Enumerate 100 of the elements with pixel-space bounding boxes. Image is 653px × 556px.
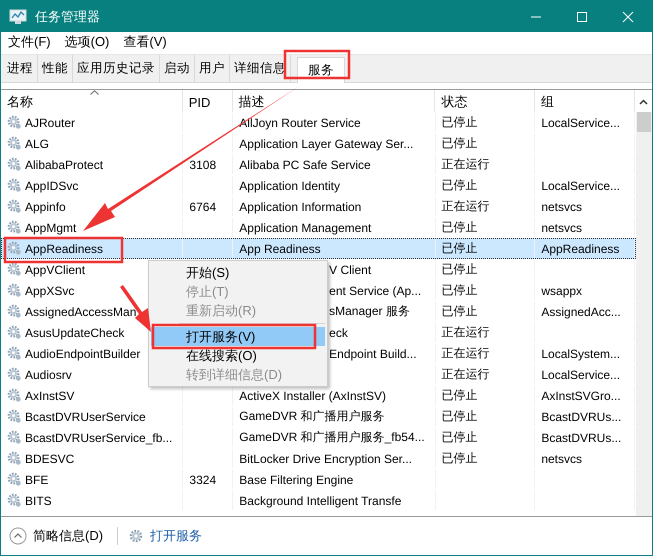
collapse-icon[interactable] bbox=[9, 527, 27, 545]
service-status: 已停止 bbox=[442, 408, 478, 425]
service-status: 正在运行 bbox=[442, 366, 490, 383]
service-name: BDESVC bbox=[25, 452, 74, 466]
service-group: AxInstSVGro... bbox=[541, 388, 621, 402]
service-name: BITS bbox=[25, 494, 52, 508]
gear-icon bbox=[7, 241, 22, 256]
gear-icon bbox=[7, 136, 22, 151]
service-description: App Readiness bbox=[239, 242, 321, 256]
service-description: Background Intelligent Transfe bbox=[239, 494, 402, 508]
close-icon[interactable] bbox=[622, 10, 634, 22]
service-description: Application Identity bbox=[239, 178, 340, 192]
service-name: AudioEndpointBuilder bbox=[25, 346, 140, 360]
gear-icon bbox=[7, 199, 22, 214]
pid: 3108 bbox=[189, 158, 216, 172]
gear-icon bbox=[7, 430, 22, 445]
column-header[interactable]: 状态 bbox=[435, 90, 536, 112]
service-name: Appinfo bbox=[25, 200, 66, 214]
service-description: Application Management bbox=[239, 220, 372, 234]
service-status: 已停止 bbox=[442, 303, 478, 320]
gear-icon bbox=[7, 388, 22, 403]
service-status: 已停止 bbox=[442, 261, 478, 278]
service-description: ent Service (Ap... bbox=[329, 284, 422, 298]
service-description: ActiveX Installer (AxInstSV) bbox=[239, 388, 386, 402]
gear-icon bbox=[7, 367, 22, 382]
service-description: Alibaba PC Safe Service bbox=[239, 158, 371, 172]
service-group: BcastDVRUs... bbox=[541, 410, 622, 424]
service-description: eck bbox=[329, 326, 348, 340]
scroll-up-icon[interactable] bbox=[639, 99, 648, 105]
service-description: BitLocker Drive Encryption Ser... bbox=[239, 452, 412, 466]
scrollbar[interactable] bbox=[636, 112, 652, 516]
service-description: Base Filtering Engine bbox=[239, 472, 354, 486]
service-name: AssignedAccessMan bbox=[25, 304, 136, 318]
service-status: 已停止 bbox=[442, 450, 478, 467]
open-services-link[interactable]: 打开服务 bbox=[150, 527, 202, 545]
service-status: 已停止 bbox=[442, 240, 478, 257]
gear-icon bbox=[128, 528, 144, 544]
service-group: LocalSystem... bbox=[541, 346, 620, 360]
maximize-icon[interactable] bbox=[576, 10, 588, 22]
service-status: 正在运行 bbox=[442, 198, 490, 215]
service-name: AppIDSvc bbox=[25, 178, 78, 192]
service-status: 已停止 bbox=[442, 177, 478, 194]
gear-icon bbox=[7, 157, 22, 172]
service-status: 已停止 bbox=[442, 219, 478, 236]
service-status: 已停止 bbox=[442, 429, 478, 446]
service-description: Application Layer Gateway Ser... bbox=[239, 136, 414, 150]
gear-icon bbox=[7, 220, 22, 235]
service-name: AsusUpdateCheck bbox=[25, 326, 124, 340]
gear-icon bbox=[7, 262, 22, 277]
service-group: AppReadiness bbox=[541, 242, 620, 256]
gear-icon bbox=[7, 304, 22, 319]
service-name: AxInstSV bbox=[25, 388, 74, 402]
details-toggle[interactable]: 简略信息(D) bbox=[33, 527, 104, 545]
context-menu-item[interactable]: 开始(S) bbox=[151, 263, 325, 282]
service-name: BcastDVRUserService bbox=[25, 410, 146, 424]
gear-icon bbox=[7, 346, 22, 361]
gear-icon bbox=[7, 409, 22, 424]
service-name: AlibabaProtect bbox=[25, 158, 104, 172]
service-name: AppXSvc bbox=[25, 284, 74, 298]
gear-icon bbox=[7, 472, 22, 487]
sort-caret-icon bbox=[90, 90, 99, 95]
service-description: sManager 服务 bbox=[329, 303, 410, 320]
monitor-graph-icon bbox=[9, 8, 27, 24]
gear-icon bbox=[7, 115, 22, 130]
menu-item[interactable]: 选项(O) bbox=[64, 33, 110, 51]
column-header[interactable]: 组 bbox=[535, 90, 636, 112]
service-status: 已停止 bbox=[442, 135, 478, 152]
service-description: GameDVR 和广播用户服务 bbox=[239, 408, 385, 425]
service-status: 正在运行 bbox=[442, 324, 490, 341]
context-menu-item[interactable]: 打开服务(V) bbox=[151, 327, 325, 346]
gear-icon bbox=[7, 283, 22, 298]
gear-icon bbox=[7, 493, 22, 508]
pid: 6764 bbox=[189, 200, 216, 214]
service-status: 正在运行 bbox=[442, 156, 490, 173]
service-description: V Client bbox=[329, 262, 372, 276]
service-group: netsvcs bbox=[541, 200, 582, 214]
service-name: BcastDVRUserService_fb... bbox=[25, 430, 172, 444]
service-name: Audiosrv bbox=[25, 368, 72, 382]
service-status: 已停止 bbox=[442, 114, 478, 131]
service-group: BcastDVRUs... bbox=[541, 430, 622, 444]
service-group: AssignedAcc... bbox=[541, 304, 621, 318]
gear-icon bbox=[7, 178, 22, 193]
service-status: 正在运行 bbox=[442, 345, 490, 362]
service-name: BFE bbox=[25, 472, 48, 486]
window-title: 任务管理器 bbox=[35, 8, 100, 26]
service-status: 已停止 bbox=[442, 282, 478, 299]
column-header[interactable]: PID bbox=[182, 90, 233, 112]
context-menu-item[interactable]: 在线搜索(O) bbox=[151, 346, 325, 365]
service-group: wsappx bbox=[541, 284, 582, 298]
menu-item[interactable]: 文件(F) bbox=[8, 33, 51, 51]
service-group: LocalService... bbox=[541, 116, 620, 130]
scroll-thumb[interactable] bbox=[637, 112, 651, 132]
gear-icon bbox=[7, 325, 22, 340]
pid: 3324 bbox=[189, 472, 216, 486]
column-header[interactable]: 名称 bbox=[1, 90, 183, 112]
gear-icon bbox=[7, 451, 22, 466]
service-name: ALG bbox=[25, 136, 50, 150]
service-name: AppVClient bbox=[25, 262, 86, 276]
menu-item[interactable]: 查看(V) bbox=[123, 33, 167, 51]
service-name: AppMgmt bbox=[25, 220, 76, 234]
